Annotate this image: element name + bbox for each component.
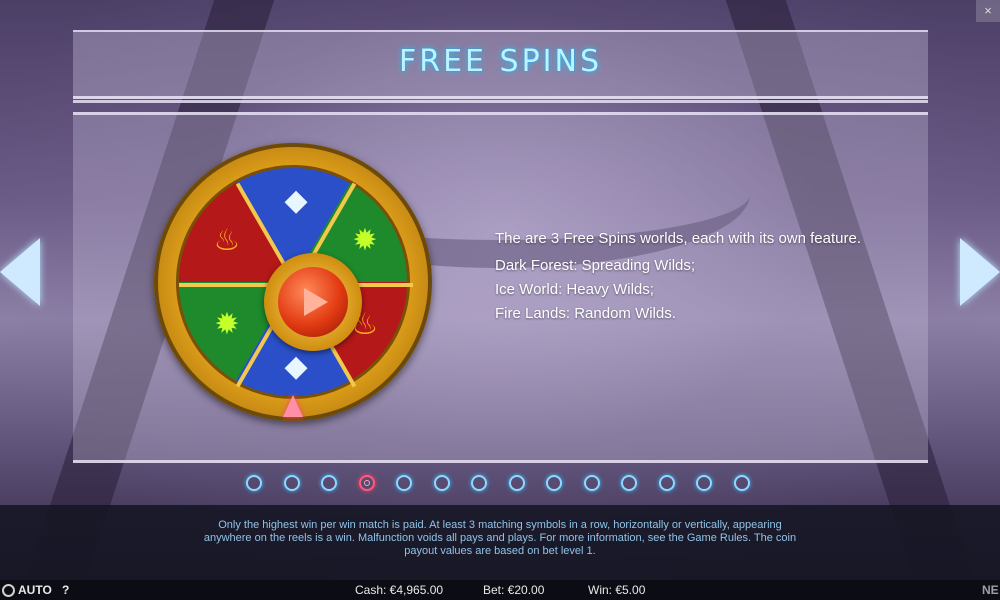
page-dot[interactable] bbox=[621, 475, 637, 491]
feature-line: Dark Forest: Spreading Wilds; bbox=[495, 257, 696, 274]
title-panel: FREE SPINS bbox=[73, 30, 928, 99]
page-dot[interactable] bbox=[546, 475, 562, 491]
auto-button[interactable]: AUTO bbox=[18, 580, 52, 600]
panel-divider bbox=[73, 100, 928, 103]
brand-logo: NE bbox=[982, 583, 999, 597]
previous-page-arrow-icon[interactable] bbox=[0, 238, 40, 306]
page-title: FREE SPINS bbox=[398, 44, 602, 79]
wheel-pointer-icon bbox=[283, 395, 303, 417]
page-dot[interactable] bbox=[246, 475, 262, 491]
page-dot[interactable] bbox=[696, 475, 712, 491]
feature-line: Ice World: Heavy Wilds; bbox=[495, 281, 654, 298]
win-value: Win: €5.00 bbox=[588, 583, 646, 597]
cash-value: Cash: €4,965.00 bbox=[355, 583, 444, 597]
rules-text: Only the highest win per win match is pa… bbox=[203, 519, 797, 557]
bottom-status-bar: AUTO ? Cash: €4,965.00 Bet: €20.00 Win: … bbox=[0, 580, 1000, 600]
description-intro: The are 3 Free Spins worlds, each with i… bbox=[495, 230, 862, 247]
close-button[interactable]: × bbox=[976, 0, 1000, 22]
ice-crystal-icon: ◆ bbox=[284, 184, 308, 217]
feature-line: Fire Lands: Random Wilds. bbox=[495, 305, 676, 322]
next-page-arrow-icon[interactable] bbox=[960, 238, 1000, 306]
page-dot[interactable] bbox=[583, 475, 600, 491]
free-spins-wheel: ◆ ✹ ♨ ◆ ✹ ♨ bbox=[154, 143, 432, 421]
feature-description: The are 3 Free Spins worlds, each with i… bbox=[495, 230, 861, 329]
spin-button[interactable] bbox=[278, 267, 348, 337]
page-dot[interactable] bbox=[471, 475, 487, 491]
play-icon bbox=[304, 288, 328, 316]
page-dot[interactable] bbox=[733, 475, 750, 491]
page-dot[interactable] bbox=[396, 475, 412, 491]
bet-value: Bet: €20.00 bbox=[483, 583, 545, 597]
ice-crystal-icon: ◆ bbox=[284, 350, 308, 383]
page-dot[interactable] bbox=[433, 475, 450, 491]
autoplay-toggle[interactable] bbox=[0, 580, 16, 600]
page-dot[interactable] bbox=[508, 475, 525, 491]
wheel-segments: ◆ ✹ ♨ ◆ ✹ ♨ bbox=[176, 165, 413, 399]
page-dot[interactable] bbox=[321, 475, 337, 491]
wheel-hub bbox=[264, 253, 362, 351]
page-dot[interactable] bbox=[283, 475, 300, 491]
forest-splat-icon: ✹ bbox=[352, 224, 378, 257]
help-button[interactable]: ? bbox=[62, 580, 69, 600]
forest-splat-icon: ✹ bbox=[214, 308, 240, 341]
fire-flame-icon: ♨ bbox=[213, 224, 241, 257]
autoplay-icon bbox=[2, 584, 15, 597]
page-dot[interactable] bbox=[658, 475, 675, 491]
page-dot-active[interactable] bbox=[358, 475, 375, 491]
